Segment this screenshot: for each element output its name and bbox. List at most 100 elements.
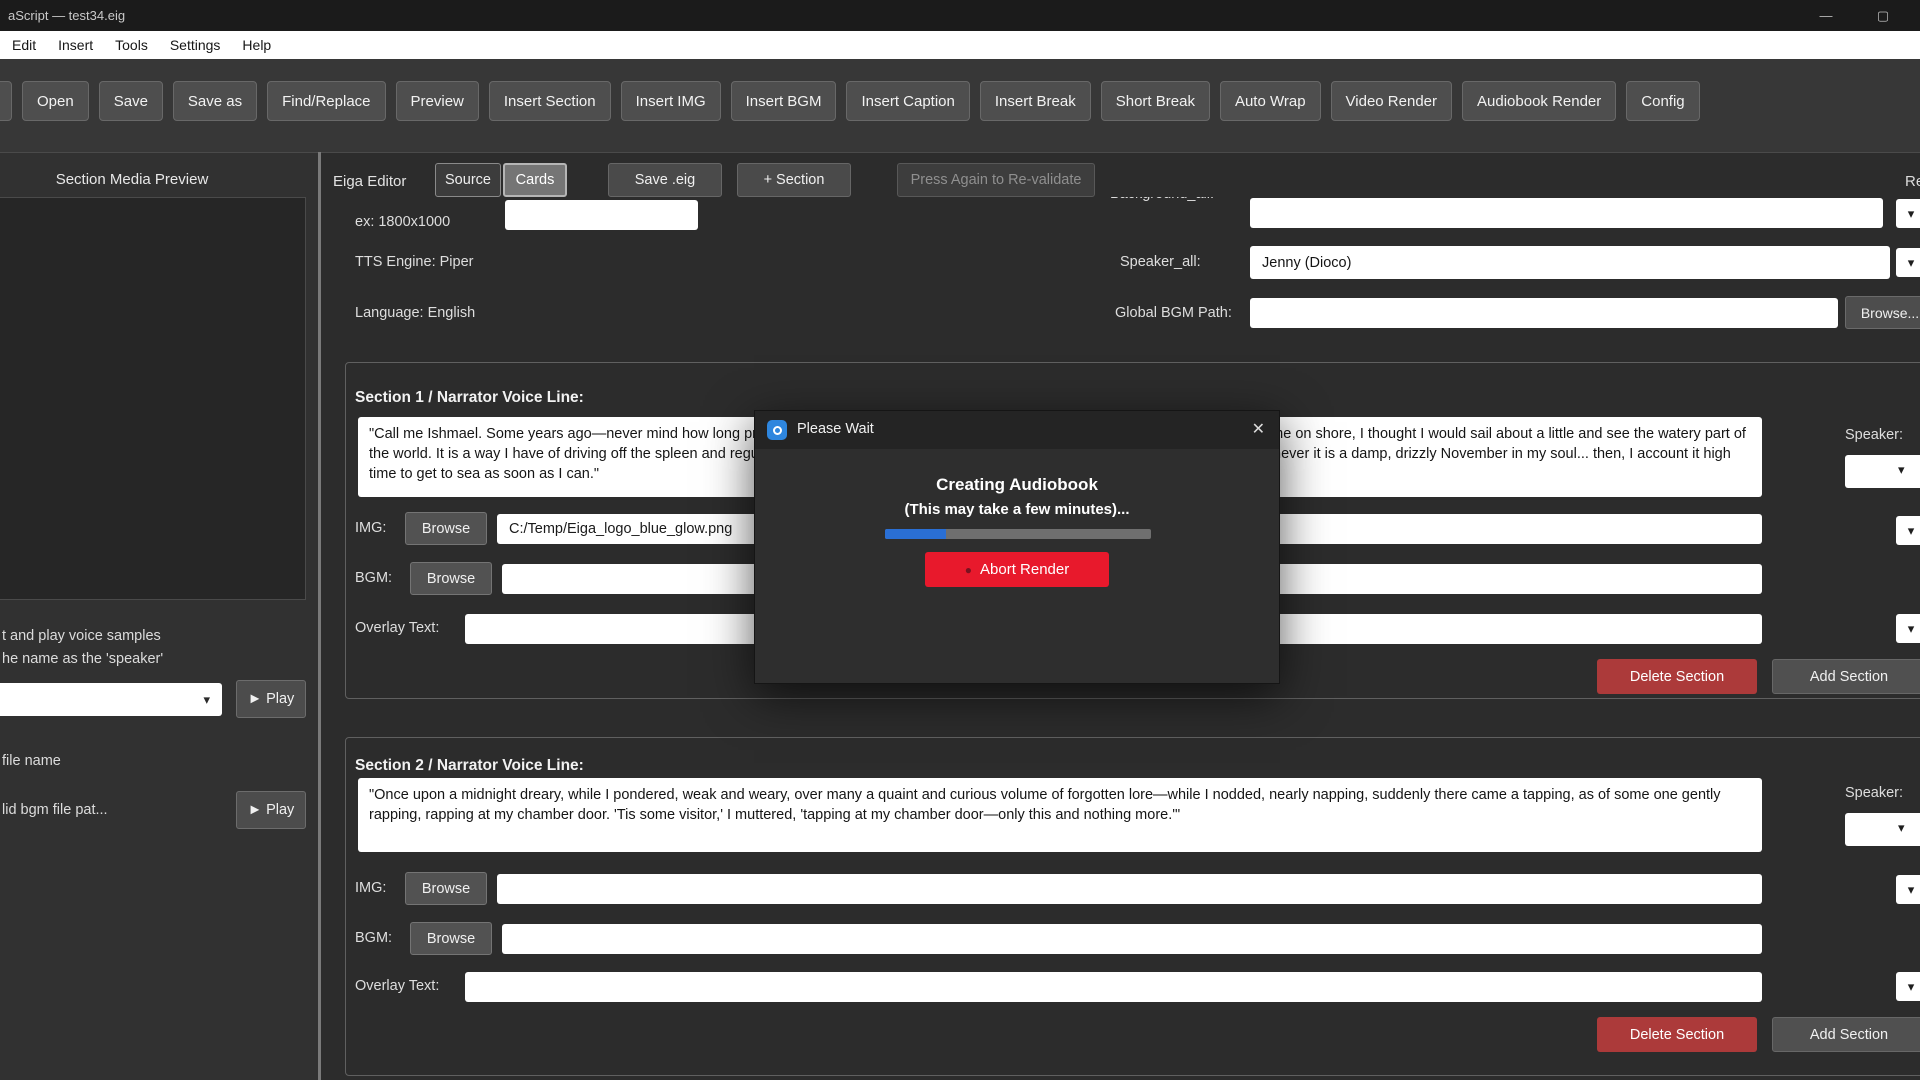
toolbar-insert-section-button[interactable]: Insert Section	[489, 81, 611, 121]
chevron-down-icon: ▾	[1898, 820, 1905, 836]
img-file-warning-text: file name	[2, 753, 61, 769]
bgm-browse-button[interactable]: Browse	[410, 562, 492, 595]
toolbar-open-button[interactable]: Open	[22, 81, 89, 121]
media-preview-area	[0, 197, 306, 600]
bgm-path-warning-text: lid bgm file pat...	[2, 802, 108, 818]
section-heading: Section 2 / Narrator Voice Line:	[355, 757, 584, 775]
chevron-down-icon: ▾	[1898, 462, 1905, 478]
speaker-all-label: Speaker_all:	[1120, 254, 1201, 270]
section-heading: Section 1 / Narrator Voice Line:	[355, 389, 584, 407]
dialog-title: Please Wait	[797, 421, 874, 437]
abort-render-label: Abort Render	[980, 561, 1069, 578]
cards-mode-button[interactable]: Cards	[503, 163, 567, 197]
language-label: Language: English	[355, 305, 475, 321]
menu-edit[interactable]: Edit	[1, 31, 47, 59]
resolution-input[interactable]	[505, 200, 698, 230]
overlay-text-label: Overlay Text:	[355, 620, 439, 636]
toolbar-insert-bgm-button[interactable]: Insert BGM	[731, 81, 837, 121]
speaker-label: Speaker:	[1845, 785, 1903, 801]
app-window: aScript — test34.eig — ▢ Edit Insert Too…	[0, 0, 1920, 1080]
narration-textarea[interactable]: "Once upon a midnight dreary, while I po…	[358, 778, 1762, 852]
bgm-path-input[interactable]	[502, 924, 1762, 954]
delete-section-button[interactable]: Delete Section	[1597, 659, 1757, 694]
toolbar-insert-break-button[interactable]: Insert Break	[980, 81, 1091, 121]
titlebar: aScript — test34.eig — ▢	[0, 0, 1920, 31]
toolbar-config-button[interactable]: Config	[1626, 81, 1699, 121]
img-label: IMG:	[355, 880, 386, 896]
dropdown-arrow-button[interactable]: ▾	[1896, 199, 1920, 228]
header-cut-label: Re	[1905, 173, 1920, 190]
dialog-message-line2: (This may take a few minutes)...	[755, 501, 1279, 518]
add-section-button[interactable]: Add Section	[1772, 659, 1920, 694]
record-dot-icon: ●	[965, 563, 972, 577]
editor-title: Eiga Editor	[333, 173, 406, 190]
app-icon	[767, 420, 787, 440]
toolbar-short-break-button[interactable]: Short Break	[1101, 81, 1210, 121]
toolbar-video-render-button[interactable]: Video Render	[1331, 81, 1452, 121]
menubar: Edit Insert Tools Settings Help	[0, 31, 1920, 59]
toolbar-insert-caption-button[interactable]: Insert Caption	[846, 81, 969, 121]
toolbar: New Open Save Save as Find/Replace Previ…	[0, 59, 1920, 152]
toolbar-find-replace-button[interactable]: Find/Replace	[267, 81, 385, 121]
voice-sample-note-line2: he name as the 'speaker'	[2, 651, 163, 667]
add-section-button[interactable]: Add Section	[1772, 1017, 1920, 1052]
background-all-input[interactable]	[1250, 198, 1883, 228]
speaker-select[interactable]	[1845, 813, 1920, 846]
minimize-button[interactable]: —	[1803, 0, 1849, 31]
source-mode-button[interactable]: Source	[435, 163, 501, 197]
progress-fill	[885, 529, 946, 539]
toolbar-save-button[interactable]: Save	[99, 81, 163, 121]
global-bgm-path-label: Global BGM Path:	[1115, 305, 1232, 321]
maximize-button[interactable]: ▢	[1860, 0, 1906, 31]
bgm-browse-button[interactable]: Browse	[410, 922, 492, 955]
sidebar-title: Section Media Preview	[0, 171, 264, 188]
play-voice-button[interactable]: ► Play	[236, 680, 306, 718]
dialog-message-line1: Creating Audiobook	[755, 475, 1279, 495]
toolbar-audiobook-render-button[interactable]: Audiobook Render	[1462, 81, 1616, 121]
close-icon[interactable]: ✕	[1252, 419, 1265, 439]
please-wait-dialog: Please Wait ✕ Creating Audiobook (This m…	[754, 410, 1280, 684]
menu-settings[interactable]: Settings	[159, 31, 232, 59]
toolbar-preview-button[interactable]: Preview	[396, 81, 479, 121]
toolbar-auto-wrap-button[interactable]: Auto Wrap	[1220, 81, 1321, 121]
dropdown-arrow-button[interactable]: ▾	[1896, 248, 1920, 277]
menu-insert[interactable]: Insert	[47, 31, 104, 59]
toolbar-new-button[interactable]: New	[0, 81, 12, 121]
bgm-label: BGM:	[355, 570, 392, 586]
global-bgm-browse-button[interactable]: Browse...	[1845, 296, 1920, 329]
overlay-text-input[interactable]	[465, 972, 1762, 1002]
toolbar-insert-img-button[interactable]: Insert IMG	[621, 81, 721, 121]
minimize-icon: —	[1820, 8, 1833, 23]
chevron-down-icon: ▾	[1908, 255, 1915, 271]
menu-help[interactable]: Help	[231, 31, 282, 59]
abort-render-button[interactable]: ● Abort Render	[925, 552, 1109, 587]
img-label: IMG:	[355, 520, 386, 536]
maximize-icon: ▢	[1877, 8, 1889, 24]
play-bgm-button[interactable]: ► Play	[236, 791, 306, 829]
revalidate-button[interactable]: Press Again to Re-validate	[897, 163, 1095, 197]
speaker-select[interactable]	[1845, 455, 1920, 488]
resolution-hint-label: ex: 1800x1000	[355, 214, 450, 230]
save-eig-button[interactable]: Save .eig	[608, 163, 722, 197]
img-browse-button[interactable]: Browse	[405, 512, 487, 545]
chevron-down-icon: ▾	[1908, 206, 1915, 222]
overlay-text-label: Overlay Text:	[355, 978, 439, 994]
dialog-titlebar: Please Wait ✕	[755, 411, 1279, 449]
section-media-preview-panel: Section Media Preview t and play voice s…	[0, 152, 318, 1080]
img-path-input[interactable]	[497, 874, 1762, 904]
add-section-header-button[interactable]: + Section	[737, 163, 851, 197]
panel-splitter[interactable]	[318, 152, 321, 1080]
tts-engine-label: TTS Engine: Piper	[355, 254, 473, 270]
bgm-label: BGM:	[355, 930, 392, 946]
speaker-all-select[interactable]: Jenny (Dioco)	[1250, 246, 1890, 279]
voice-sample-select[interactable]: ▾	[0, 683, 222, 716]
voice-sample-note-line1: t and play voice samples	[2, 628, 161, 644]
delete-section-button[interactable]: Delete Section	[1597, 1017, 1757, 1052]
progress-bar	[885, 529, 1151, 539]
menu-tools[interactable]: Tools	[104, 31, 159, 59]
global-bgm-path-input[interactable]	[1250, 298, 1838, 328]
window-title: aScript — test34.eig	[8, 8, 125, 23]
toolbar-save-as-button[interactable]: Save as	[173, 81, 257, 121]
speaker-label: Speaker:	[1845, 427, 1903, 443]
img-browse-button[interactable]: Browse	[405, 872, 487, 905]
